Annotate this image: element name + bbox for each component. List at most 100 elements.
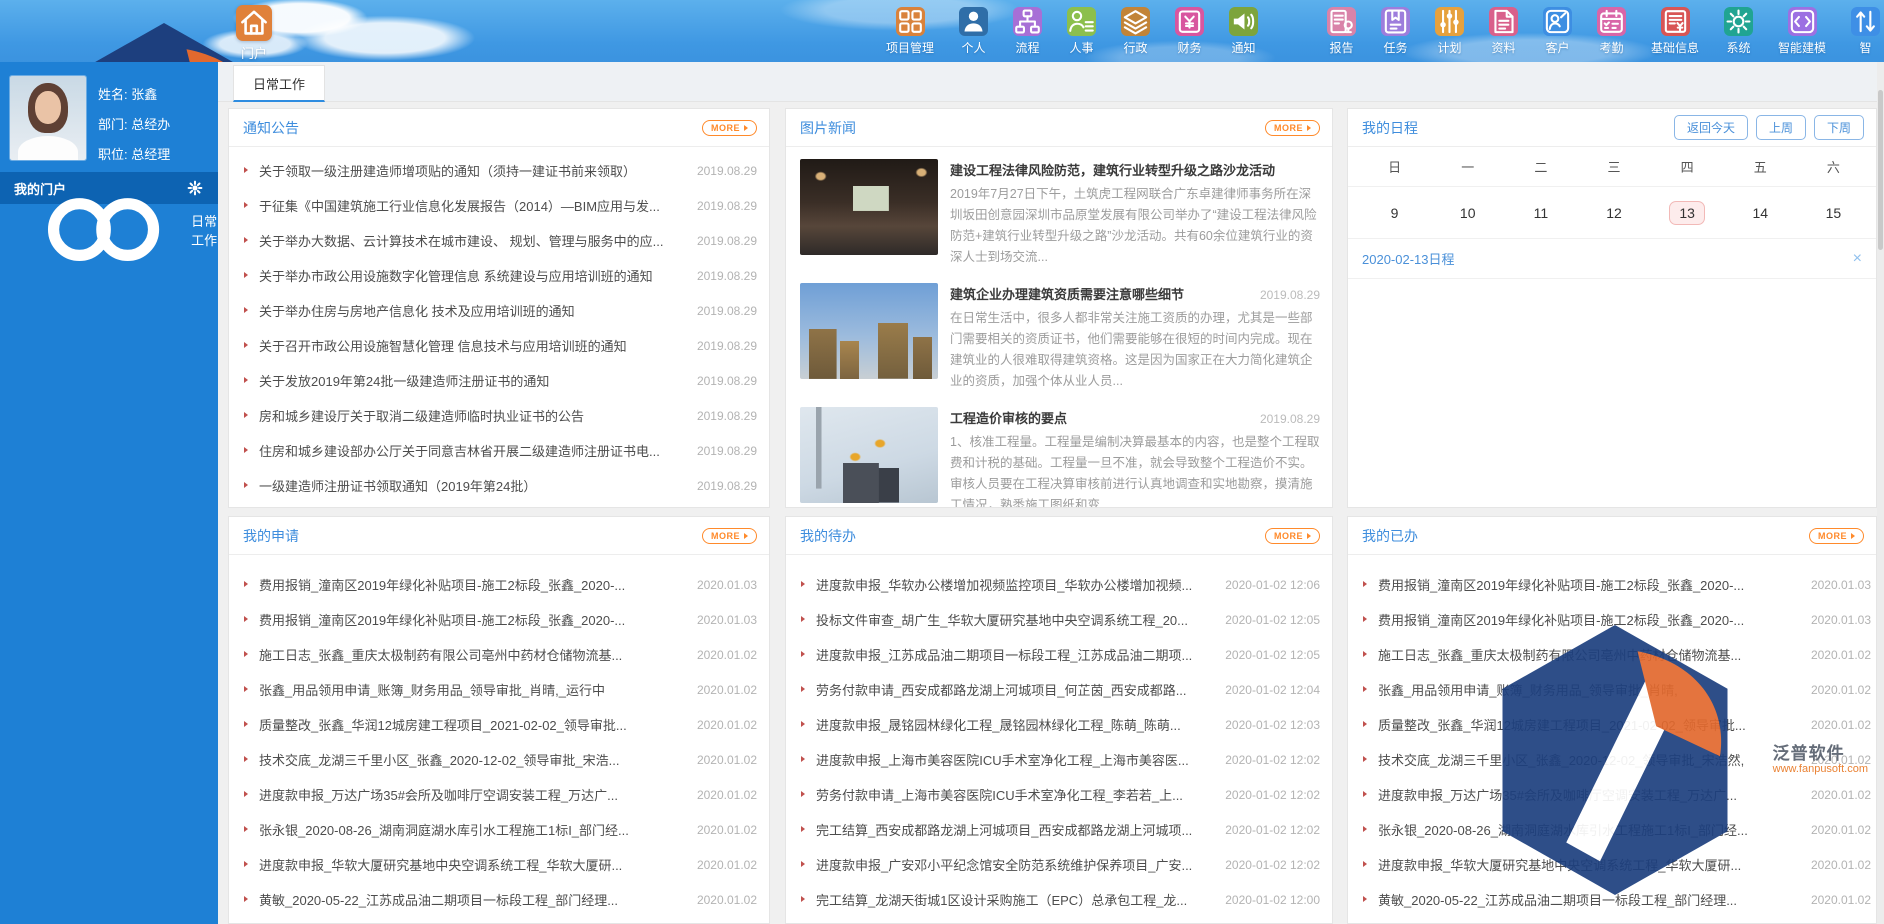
nav-module-14[interactable]: 基础信息 — [1651, 7, 1699, 56]
calendar-date[interactable]: 11 — [1534, 205, 1549, 221]
calendar-date[interactable]: 15 — [1826, 205, 1842, 221]
bullet-icon — [244, 307, 248, 313]
calendar-date[interactable]: 14 — [1752, 205, 1768, 221]
nav-module-3[interactable]: 流程 — [1013, 7, 1042, 56]
notice-item[interactable]: 住房和城乡建设部办公厅关于同意吉林省开展二级建造师注册证书电...2019.08… — [229, 433, 769, 468]
item-text: 关于举办市政公用设施数字化管理信息 系统建设与应用培训班的通知 — [259, 266, 687, 285]
notice-item[interactable]: 房和城乡建设厅关于取消二级建造师临时执业证书的公告2019.08.29 — [229, 398, 769, 433]
notice-item[interactable]: 一级建造师注册证书领取通知（2019年第24批）2019.08.29 — [229, 468, 769, 503]
calendar-date[interactable]: 12 — [1606, 205, 1622, 221]
done-item[interactable]: 费用报销_潼南区2019年绿化补贴项目-施工2标段_张鑫_2020-...202… — [1348, 567, 1876, 602]
nav-module-label: 项目管理 — [886, 39, 934, 56]
application-item[interactable]: 技术交底_龙湖三千里小区_张鑫_2020-12-02_领导审批_宋浩...202… — [229, 742, 769, 777]
nav-module-label: 资料 — [1492, 39, 1516, 56]
code-icon — [1788, 7, 1817, 36]
todo-item[interactable]: 投标文件审查_胡广生_华软大厦研究基地中央空调系统工程_20...2020-01… — [786, 602, 1332, 637]
finance-icon — [1175, 7, 1204, 36]
item-text: 张鑫_用品领用申请_账簿_财务用品_领导审批_肖晴,_运行中 — [259, 680, 687, 699]
application-item[interactable]: 进度款申报_华软大厦研究基地中央空调系统工程_华软大厦研...2020.01.0… — [229, 847, 769, 882]
notice-item[interactable]: 关于领取一级注册建造师增项贴的通知（须持一建证书前来领取）2019.08.29 — [229, 153, 769, 188]
item-text: 劳务付款申请_西安成都路龙湖上河城项目_何芷茵_西安成都路... — [816, 680, 1215, 699]
notice-item[interactable]: 关于举办住房与房地产信息化 技术及应用培训班的通知2019.08.29 — [229, 293, 769, 328]
nav-module-12[interactable]: 客户 — [1543, 7, 1572, 56]
application-item[interactable]: 张永银_2020-08-26_湖南洞庭湖水库引水工程施工1标I_部门经...20… — [229, 812, 769, 847]
news-item[interactable]: 建设工程法律风险防范，建筑行业转型升级之路沙龙活动2019年7月27日下午，土筑… — [800, 159, 1320, 268]
bullet-icon — [1363, 686, 1367, 692]
todo-item[interactable]: 完工结算_西安成都路龙湖上河城项目_西安成都路龙湖上河城项...2020-01-… — [786, 812, 1332, 847]
nav-module-8[interactable]: 报告 — [1327, 7, 1356, 56]
application-item[interactable]: 黄敏_2020-05-22_江苏成品油二期项目一标段工程_部门经理...2020… — [229, 882, 769, 917]
scrollbar-thumb[interactable] — [1878, 90, 1883, 250]
application-item[interactable]: 张鑫_用品领用申请_账簿_财务用品_领导审批_肖晴,_运行中2020.01.02 — [229, 672, 769, 707]
nav-module-10[interactable]: 计划 — [1435, 7, 1464, 56]
todo-item[interactable]: 进度款申报_晟铭园林绿化工程_晟铭园林绿化工程_陈萌_陈萌...2020-01-… — [786, 707, 1332, 742]
news-item[interactable]: 建筑企业办理建筑资质需要注意哪些细节2019.08.29在日常生活中，很多人都非… — [800, 283, 1320, 392]
more-button[interactable]: MORE — [1265, 528, 1320, 544]
item-date: 2020-01-02 12:03 — [1225, 718, 1320, 732]
application-item[interactable]: 费用报销_潼南区2019年绿化补贴项目-施工2标段_张鑫_2020-...202… — [229, 602, 769, 637]
news-item[interactable]: 工程造价审核的要点2019.08.291、核准工程量。工程量是编制决算最基本的内… — [800, 407, 1320, 508]
nav-module-label: 智 — [1860, 39, 1872, 56]
gear-icon[interactable] — [186, 179, 204, 197]
nav-module-5[interactable]: 行政 — [1121, 7, 1150, 56]
nav-module-label: 客户 — [1546, 39, 1570, 56]
notice-item[interactable]: 关于举办市政公用设施数字化管理信息 系统建设与应用培训班的通知2019.08.2… — [229, 258, 769, 293]
calendar-date[interactable]: 10 — [1460, 205, 1476, 221]
avatar[interactable] — [10, 76, 86, 160]
item-text: 黄敏_2020-05-22_江苏成品油二期项目一标段工程_部门经理... — [259, 890, 687, 909]
fanpu-logo-icon — [1465, 610, 1765, 910]
sidebar-item-daily-work[interactable]: 日常工作 — [0, 212, 218, 248]
close-icon[interactable]: × — [1853, 251, 1862, 267]
todo-item[interactable]: 进度款申报_江苏成品油二期项目一标段工程_江苏成品油二期项...2020-01-… — [786, 637, 1332, 672]
item-text: 劳务付款申请_上海市美容医院ICU手术室净化工程_李若若_上... — [816, 785, 1215, 804]
notice-item[interactable]: 关于召开市政公用设施智慧化管理 信息技术与应用培训班的通知2019.08.29 — [229, 328, 769, 363]
prev-week-button[interactable]: 上周 — [1756, 115, 1806, 140]
nav-module-9[interactable]: 任务 — [1381, 7, 1410, 56]
bullet-icon — [1363, 721, 1367, 727]
item-text: 进度款申报_江苏成品油二期项目一标段工程_江苏成品油二期项... — [816, 645, 1215, 664]
nav-module-13[interactable]: 考勤 — [1597, 7, 1626, 56]
sidebar: 姓名: 张鑫 部门: 总经办 职位: 总经理 我的门户 日常工作 — [0, 62, 218, 924]
notice-item[interactable]: 关于发放2019年第24批一级建造师注册证书的通知2019.08.29 — [229, 363, 769, 398]
nav-module-2[interactable]: 个人 — [959, 7, 988, 56]
more-button[interactable]: MORE — [702, 120, 757, 136]
application-item[interactable]: 质量整改_张鑫_华润12城房建工程项目_2021-02-02_领导审批...20… — [229, 707, 769, 742]
todo-item[interactable]: 进度款申报_华软办公楼增加视频监控项目_华软办公楼增加视频...2020-01-… — [786, 567, 1332, 602]
nav-module-16[interactable]: 智能建模 — [1778, 7, 1826, 56]
nav-module-label: 门户 — [241, 43, 267, 62]
nav-module-7[interactable]: 通知 — [1229, 7, 1258, 56]
back-to-today-button[interactable]: 返回今天 — [1674, 115, 1748, 140]
application-item[interactable]: 施工日志_张鑫_重庆太极制药有限公司亳州中药材仓储物流基...2020.01.0… — [229, 637, 769, 672]
next-week-button[interactable]: 下周 — [1814, 115, 1864, 140]
nav-module-17[interactable]: 智 — [1851, 7, 1880, 56]
nav-module-label: 报告 — [1330, 39, 1354, 56]
nav-module-4[interactable]: 人事 — [1067, 7, 1096, 56]
more-button[interactable]: MORE — [1809, 528, 1864, 544]
more-button[interactable]: MORE — [702, 528, 757, 544]
nav-module-6[interactable]: 财务 — [1175, 7, 1204, 56]
calendar-date[interactable]: 13 — [1669, 201, 1705, 225]
nav-module-portal[interactable]: 门户 — [228, 5, 280, 62]
more-button[interactable]: MORE — [1265, 120, 1320, 136]
item-date: 2020-01-02 12:04 — [1225, 683, 1320, 697]
tab-daily-work[interactable]: 日常工作 — [233, 65, 325, 102]
application-item[interactable]: 费用报销_潼南区2019年绿化补贴项目-施工2标段_张鑫_2020-...202… — [229, 567, 769, 602]
notice-item[interactable]: 关于举办大数据、云计算技术在城市建设、 规划、管理与服务中的应...2019.0… — [229, 223, 769, 258]
todo-item[interactable]: 劳务付款申请_上海市美容医院ICU手术室净化工程_李若若_上...2020-01… — [786, 777, 1332, 812]
nav-module-1[interactable]: 项目管理 — [886, 7, 934, 56]
schedule-day-label: 2020-02-13日程 — [1362, 249, 1853, 268]
calendar-date[interactable]: 9 — [1391, 205, 1399, 221]
system-icon — [1724, 7, 1753, 36]
todo-item[interactable]: 进度款申报_上海市美容医院ICU手术室净化工程_上海市美容医...2020-01… — [786, 742, 1332, 777]
todo-item[interactable]: 完工结算_龙湖天街城1区设计采购施工（EPC）总承包工程_龙...2020-01… — [786, 882, 1332, 917]
item-text: 费用报销_潼南区2019年绿化补贴项目-施工2标段_张鑫_2020-... — [1378, 575, 1801, 594]
home-icon — [236, 5, 272, 41]
todo-item[interactable]: 进度款申报_广安邓小平纪念馆安全防范系统维护保养项目_广安...2020-01-… — [786, 847, 1332, 882]
nav-module-15[interactable]: 系统 — [1724, 7, 1753, 56]
bullet-icon — [1363, 861, 1367, 867]
application-item[interactable]: 进度款申报_万达广场35#会所及咖啡厅空调安装工程_万达广...2020.01.… — [229, 777, 769, 812]
notice-item[interactable]: 于征集《中国建筑施工行业信息化发展报告（2014）—BIM应用与发...2019… — [229, 188, 769, 223]
todo-item[interactable]: 劳务付款申请_西安成都路龙湖上河城项目_何芷茵_西安成都路... 2020-01-… — [786, 672, 1332, 707]
nav-module-11[interactable]: 资料 — [1489, 7, 1518, 56]
more-arrow-icon — [1307, 125, 1311, 131]
